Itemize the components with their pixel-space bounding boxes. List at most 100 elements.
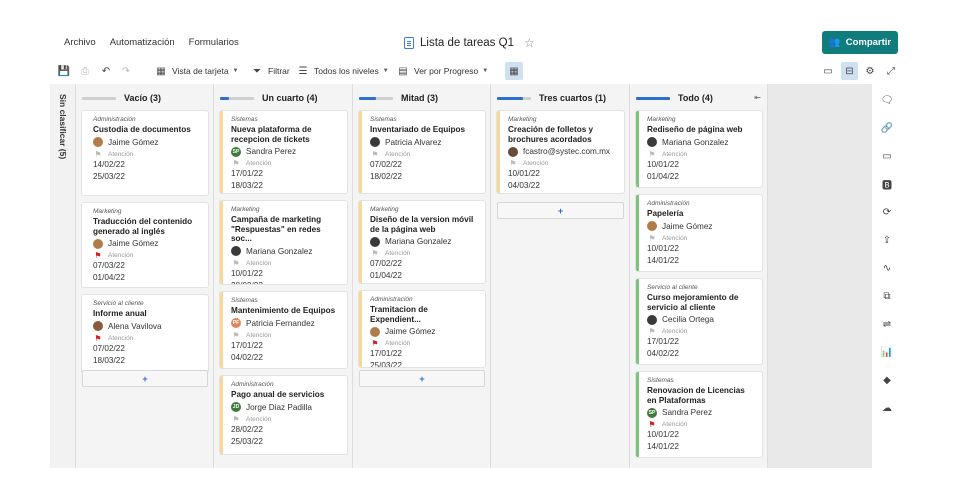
- assignee-name: Jaime Gómez: [108, 137, 159, 147]
- redo-icon[interactable]: ↷: [119, 62, 133, 80]
- flag-icon[interactable]: ⚑: [93, 334, 103, 343]
- flag-icon[interactable]: ⚑: [647, 150, 657, 159]
- collapse-icon[interactable]: ⇤: [754, 93, 761, 102]
- avatar: [647, 137, 657, 147]
- unclassified-lane[interactable]: Sin clasificar (5): [50, 84, 76, 468]
- task-card[interactable]: Administración Tramitacion de Expendient.…: [359, 291, 485, 367]
- update-requests-icon[interactable]: ⟳: [880, 205, 894, 219]
- task-card[interactable]: Administración Papelería Jaime Gómez ⚑ Atenc…: [636, 195, 762, 271]
- add-card-button[interactable]: +: [497, 202, 624, 219]
- activity-icon[interactable]: ∿: [880, 261, 894, 275]
- upload-icon[interactable]: ⇪: [880, 233, 894, 247]
- card-layout-toggle[interactable]: ▦: [505, 62, 523, 80]
- add-card-button[interactable]: +: [359, 370, 485, 387]
- attention-row: ⚑ Atención: [370, 150, 477, 159]
- column-header[interactable]: Un cuarto (4): [220, 93, 318, 103]
- menu-formularios[interactable]: Formularios: [189, 37, 239, 48]
- summary-icon[interactable]: 🅱: [880, 177, 894, 192]
- avatar: [370, 137, 380, 147]
- cloud-icon[interactable]: ☁: [880, 401, 894, 415]
- avatar: SP: [647, 407, 657, 418]
- star-icon[interactable]: ☆: [524, 36, 535, 50]
- task-card[interactable]: Sistemas Mantenimiento de Equipos PF Patric…: [220, 292, 347, 368]
- card-category: Sistemas: [231, 297, 258, 304]
- share-button[interactable]: 👥 Compartir: [822, 31, 898, 54]
- split-view-icon[interactable]: ⊟: [841, 62, 858, 80]
- flag-icon[interactable]: ⚑: [231, 415, 241, 424]
- people-icon: 👥: [828, 37, 841, 48]
- flag-icon[interactable]: ⚑: [231, 159, 241, 168]
- card-category: Servicio al cliente: [93, 300, 144, 307]
- end-date: 25/03/22: [231, 436, 263, 446]
- column-header[interactable]: Todo (4): [636, 93, 713, 103]
- flag-icon[interactable]: ⚑: [508, 159, 518, 168]
- progress-bar: [220, 96, 254, 100]
- filter-button[interactable]: ⏷ Filtrar: [250, 62, 290, 80]
- flag-icon[interactable]: ⚑: [93, 251, 103, 260]
- attention-label: Atención: [523, 160, 549, 167]
- menu-automatizacion[interactable]: Automatización: [110, 37, 175, 48]
- column-header[interactable]: Tres cuartos (1): [497, 93, 606, 103]
- avatar: SP: [231, 146, 241, 157]
- card-view-dropdown[interactable]: ▦ Vista de tarjeta ▼: [154, 62, 238, 80]
- task-card[interactable]: Sistemas Inventariado de Equipos Patricia …: [359, 111, 485, 193]
- flag-icon[interactable]: ⚑: [231, 331, 241, 340]
- comment-icon[interactable]: 🗨: [880, 93, 894, 107]
- task-card[interactable]: Servicio al cliente Curso mejoramiento de…: [636, 279, 762, 364]
- expand-icon[interactable]: ⤢: [884, 62, 898, 80]
- card-assignee: Mariana Gonzalez: [647, 137, 754, 148]
- card-icon[interactable]: ▭: [880, 149, 894, 163]
- flag-icon[interactable]: ⚑: [647, 420, 657, 429]
- column-header[interactable]: Mitad (3): [359, 93, 438, 103]
- diamond-icon[interactable]: ◆: [880, 373, 894, 387]
- add-card-button[interactable]: +: [82, 370, 208, 387]
- flag-icon[interactable]: ⚑: [647, 327, 657, 336]
- task-card[interactable]: Sistemas Renovacion de Licencias en Plata…: [636, 372, 762, 457]
- end-date: 25/03/22: [93, 171, 125, 181]
- column-4: Todo (4) ⇤ Marketing Rediseño de página web…: [630, 84, 768, 468]
- compact-view-icon[interactable]: ▭: [821, 62, 835, 80]
- task-card[interactable]: Marketing Diseño de la version móvil de l…: [359, 201, 485, 283]
- task-card[interactable]: Administración Pago anual de servicios JD J…: [220, 376, 347, 454]
- column-header[interactable]: Vacío (3): [82, 93, 161, 103]
- flag-icon[interactable]: ⚑: [370, 249, 380, 258]
- card-assignee: SP Sandra Perez: [231, 146, 339, 157]
- task-card[interactable]: Marketing Creación de folletos y brochure…: [497, 111, 624, 193]
- task-card[interactable]: Administración Custodia de documentos Jaim…: [82, 111, 208, 195]
- top-bar: Archivo Automatización Formularios Lista…: [0, 0, 980, 60]
- attention-row: ⚑ Atención: [231, 259, 339, 268]
- connections-icon[interactable]: ⇌: [880, 317, 894, 331]
- flag-icon[interactable]: ⚑: [647, 234, 657, 243]
- progress-dropdown[interactable]: ▤ Ver por Progreso ▼: [396, 62, 488, 80]
- task-card[interactable]: Servicio al cliente Informe anual Alena Va…: [82, 295, 208, 373]
- proofs-icon[interactable]: ⧉: [880, 289, 894, 303]
- attention-row: ⚑ Atención: [370, 339, 477, 348]
- table-icon: ▤: [398, 65, 408, 77]
- card-assignee: Patricia Alvarez: [370, 137, 477, 148]
- menu-archivo[interactable]: Archivo: [64, 37, 96, 48]
- card-category: Marketing: [647, 116, 676, 123]
- print-icon[interactable]: ⎙: [78, 62, 92, 80]
- avatar: [370, 326, 380, 337]
- task-card[interactable]: Marketing Rediseño de página web Mariana G…: [636, 111, 762, 187]
- gear-icon[interactable]: ⚙: [863, 62, 877, 80]
- card-assignee: Jaime Gómez: [370, 326, 477, 337]
- attention-label: Atención: [108, 252, 134, 259]
- undo-icon[interactable]: ↶: [99, 62, 113, 80]
- chart-icon[interactable]: 📊: [880, 345, 894, 359]
- save-icon[interactable]: 💾: [57, 62, 71, 80]
- flag-icon[interactable]: ⚑: [370, 150, 380, 159]
- levels-dropdown[interactable]: ☰ Todos los niveles ▼: [296, 62, 389, 80]
- task-card[interactable]: Marketing Campaña de marketing "Respuesta…: [220, 201, 347, 284]
- flag-icon[interactable]: ⚑: [231, 259, 241, 268]
- task-card[interactable]: Marketing Traducción del contenido genera…: [82, 203, 208, 287]
- card-assignee: Jaime Gómez: [93, 137, 200, 148]
- column-2: Mitad (3) Sistemas Inventariado de Equipos…: [353, 84, 491, 468]
- document-title[interactable]: Lista de tareas Q1: [420, 37, 514, 49]
- attachment-icon[interactable]: 🔗: [880, 121, 894, 135]
- flag-icon[interactable]: ⚑: [370, 339, 380, 348]
- task-card[interactable]: Sistemas Nueva plataforma de recepcion de…: [220, 111, 347, 193]
- attention-row: ⚑ Atención: [647, 234, 754, 243]
- flag-icon[interactable]: ⚑: [93, 150, 103, 159]
- avatar: PF: [231, 318, 241, 328]
